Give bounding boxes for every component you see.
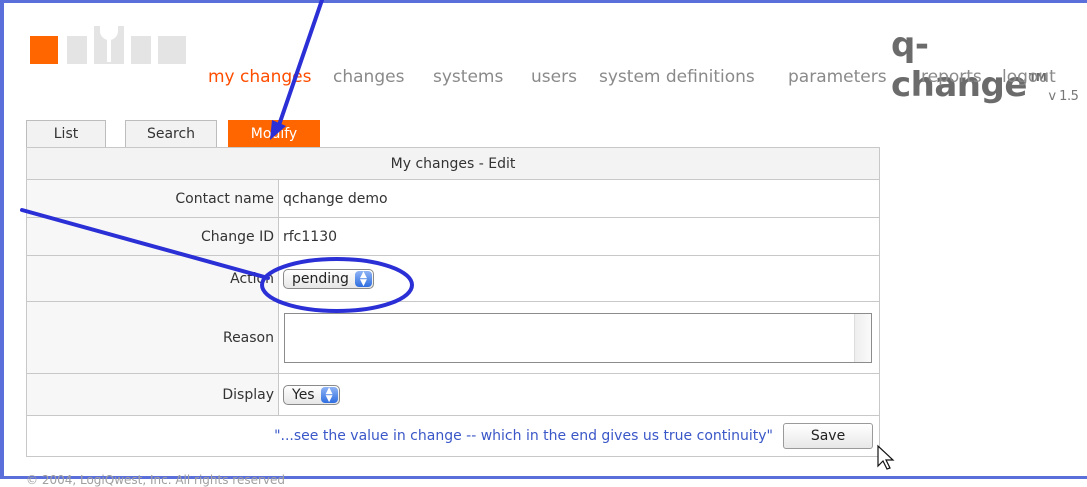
logo-glass-block bbox=[94, 20, 124, 64]
nav-parameters[interactable]: parameters bbox=[788, 67, 887, 87]
action-label: Action bbox=[27, 256, 279, 301]
display-row: Display Yes ▲ ▼ bbox=[27, 374, 879, 416]
contact-value: qchange demo bbox=[279, 180, 879, 217]
form-footer-row: "...see the value in change -- which in … bbox=[27, 416, 879, 456]
form-title: My changes - Edit bbox=[27, 148, 879, 180]
change-id-label: Change ID bbox=[27, 218, 279, 255]
select-arrows-icon: ▲ ▼ bbox=[354, 270, 372, 287]
action-select-value: pending bbox=[292, 270, 349, 287]
change-id-value: rfc1130 bbox=[279, 218, 879, 255]
display-label: Display bbox=[27, 374, 279, 415]
reason-textarea[interactable] bbox=[284, 312, 872, 363]
nav-logout[interactable]: logout bbox=[1002, 67, 1056, 87]
reason-label: Reason bbox=[27, 302, 279, 373]
action-row: Action pending ▲ ▼ bbox=[27, 256, 879, 302]
app-name: q-change bbox=[891, 25, 1027, 105]
logo-grey-block bbox=[131, 36, 151, 64]
action-select[interactable]: pending ▲ ▼ bbox=[283, 268, 374, 289]
company-logo bbox=[26, 20, 186, 72]
nav-my-changes[interactable]: my changes bbox=[208, 67, 311, 87]
save-button[interactable]: Save bbox=[783, 423, 873, 449]
display-select[interactable]: Yes ▲ ▼ bbox=[283, 384, 340, 405]
tab-search[interactable]: Search bbox=[125, 120, 217, 147]
nav-reports[interactable]: reports bbox=[921, 67, 982, 87]
select-arrows-icon: ▲ ▼ bbox=[320, 386, 338, 403]
change-id-row: Change ID rfc1130 bbox=[27, 218, 879, 256]
textarea-scrollbar[interactable] bbox=[854, 313, 871, 362]
tab-list[interactable]: List bbox=[26, 120, 106, 147]
logo-orange-block bbox=[30, 36, 58, 64]
copyright: © 2004, LogiQwest, Inc. All rights reser… bbox=[26, 473, 286, 487]
reason-row: Reason bbox=[27, 302, 879, 374]
app-window: q-change TMv 1.5 my changes changes syste… bbox=[0, 0, 1087, 487]
nav-systems[interactable]: systems bbox=[433, 67, 503, 87]
logo-grey-block bbox=[158, 36, 186, 64]
tagline-quote: "...see the value in change -- which in … bbox=[274, 428, 773, 444]
contact-label: Contact name bbox=[27, 180, 279, 217]
contact-row: Contact name qchange demo bbox=[27, 180, 879, 218]
nav-changes[interactable]: changes bbox=[333, 67, 404, 87]
app-version: v 1.5 bbox=[1048, 89, 1079, 104]
edit-form: My changes - Edit Contact name qchange d… bbox=[26, 147, 880, 457]
logo-grey-block bbox=[67, 36, 87, 64]
app-brand: q-change TMv 1.5 bbox=[891, 25, 1087, 105]
nav-system-definitions[interactable]: system definitions bbox=[599, 67, 755, 87]
nav-users[interactable]: users bbox=[531, 67, 577, 87]
tab-modify[interactable]: Modify bbox=[228, 120, 320, 147]
display-select-value: Yes bbox=[292, 386, 315, 403]
